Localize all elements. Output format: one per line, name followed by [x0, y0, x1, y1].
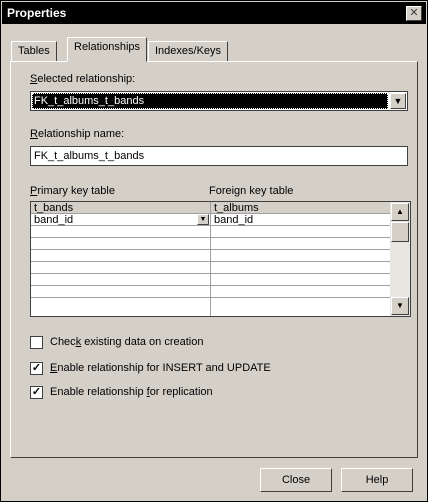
primary-key-column-cell[interactable]: band_id ▼: [31, 214, 211, 226]
enable-replication-checkbox[interactable]: ✓: [30, 386, 43, 399]
table-row: [31, 226, 390, 238]
relationship-name-input[interactable]: FK_t_albums_t_bands: [30, 146, 408, 166]
table-row: [31, 286, 390, 298]
table-row: [31, 298, 390, 316]
foreign-key-column-cell[interactable]: band_id: [211, 214, 390, 226]
enable-replication-label[interactable]: Enable relationship for replication: [50, 386, 213, 398]
enable-insert-update-checkbox[interactable]: ✓: [30, 362, 43, 375]
foreign-key-column-cell[interactable]: [211, 250, 390, 261]
table-row: [31, 262, 390, 274]
foreign-table-name[interactable]: t_albums: [211, 202, 390, 214]
foreign-key-column-cell[interactable]: [211, 298, 390, 316]
primary-key-column-cell[interactable]: [31, 238, 211, 249]
foreign-key-column-cell[interactable]: [211, 286, 390, 297]
checkmark-icon: ✓: [31, 386, 42, 398]
foreign-key-column-cell[interactable]: [211, 274, 390, 285]
foreign-key-column-cell[interactable]: [211, 226, 390, 237]
primary-key-table-label: Primary key table: [30, 185, 115, 197]
window-title: Properties: [7, 6, 67, 20]
table-row: [31, 274, 390, 286]
table-row: [31, 238, 390, 250]
checkmark-icon: ✓: [31, 362, 42, 374]
check-existing-data-checkbox[interactable]: [30, 336, 43, 349]
scroll-up-icon[interactable]: ▲: [391, 203, 409, 221]
properties-dialog: Properties ✕ Tables Relationships Indexe…: [0, 0, 428, 502]
close-button[interactable]: Close: [260, 468, 332, 492]
selected-relationship-label: Selected relationship:: [30, 73, 136, 85]
primary-key-column-cell[interactable]: [31, 298, 211, 316]
tab-indexes-keys[interactable]: Indexes/Keys: [148, 41, 229, 61]
primary-key-column-cell[interactable]: [31, 226, 211, 237]
scroll-down-icon[interactable]: ▼: [391, 297, 409, 315]
relationship-name-label: Relationship name:: [30, 128, 125, 140]
title-bar[interactable]: Properties ✕: [2, 2, 426, 24]
primary-key-column-cell[interactable]: [31, 262, 211, 273]
foreign-key-column-cell[interactable]: [211, 262, 390, 273]
primary-key-column-cell[interactable]: [31, 250, 211, 261]
primary-table-name[interactable]: t_bands: [31, 202, 211, 214]
enable-insert-update-label[interactable]: Enable relationship for INSERT and UPDAT…: [50, 362, 271, 374]
close-icon[interactable]: ✕: [406, 6, 422, 21]
check-existing-data-label[interactable]: Check existing data on creation: [50, 336, 204, 348]
table-row: band_id ▼ band_id: [31, 214, 390, 226]
grid-header-row: t_bands t_albums: [31, 202, 390, 214]
table-row: [31, 250, 390, 262]
selected-relationship-value: FK_t_albums_t_bands: [32, 93, 388, 109]
grid-scrollbar[interactable]: ▲ ▼: [390, 202, 410, 316]
foreign-key-column-cell[interactable]: [211, 238, 390, 249]
scroll-thumb[interactable]: [391, 222, 409, 242]
selected-relationship-dropdown[interactable]: FK_t_albums_t_bands ▼: [30, 91, 408, 111]
help-button[interactable]: Help: [341, 468, 413, 492]
foreign-key-table-label: Foreign key table: [209, 185, 294, 197]
tab-tables[interactable]: Tables: [11, 41, 57, 61]
chevron-down-icon[interactable]: ▼: [390, 93, 406, 109]
primary-key-column-cell[interactable]: [31, 286, 211, 297]
primary-key-column-cell[interactable]: [31, 274, 211, 285]
tab-relationships[interactable]: Relationships: [67, 37, 148, 62]
chevron-down-icon[interactable]: ▼: [197, 214, 209, 225]
key-columns-grid[interactable]: t_bands t_albums band_id ▼ band_id ▲ ▼: [30, 201, 411, 317]
